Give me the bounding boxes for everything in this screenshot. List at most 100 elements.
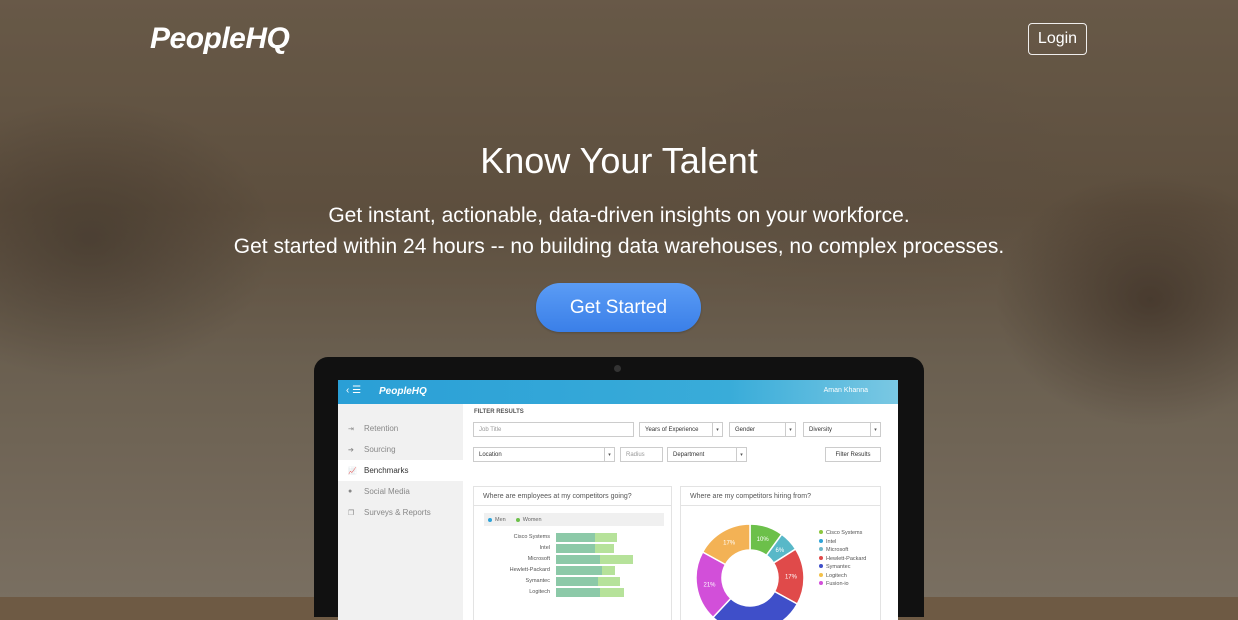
sidebar-item-label: Surveys & Reports: [364, 508, 431, 517]
benchmarks-icon: 📈: [348, 467, 357, 475]
bar-women: [600, 588, 625, 597]
bar-women: [600, 555, 633, 564]
legend-swatch: [819, 530, 823, 534]
legend-women: Women: [522, 516, 542, 523]
competitors-hiring-panel: Where are my competitors hiring from? 10…: [680, 486, 881, 620]
chevron-down-icon: ▾: [870, 423, 880, 436]
sidebar-item-sourcing: ➔ Sourcing: [338, 439, 463, 460]
get-started-button[interactable]: Get Started: [536, 283, 701, 332]
legend-label: Cisco Systems: [826, 530, 863, 536]
bar-men: [556, 544, 595, 553]
chevron-down-icon: ▾: [785, 423, 795, 436]
social-media-icon: ●: [348, 488, 353, 495]
bar-men: [556, 588, 600, 597]
donut-legend-item: Logitech: [819, 572, 866, 581]
location-label: Location: [479, 451, 502, 458]
donut-legend-item: Intel: [819, 538, 866, 547]
legend-swatch: [819, 581, 823, 585]
experience-label: Years of Experience: [645, 426, 699, 433]
legend-label: Logitech: [826, 572, 847, 579]
department-select: Department ▾: [667, 447, 747, 462]
laptop-mockup: ‹ ☰ PeopleHQ Aman Khanna ⇥ Retention ➔ S…: [314, 357, 924, 620]
panel-title: Where are my competitors hiring from?: [681, 487, 880, 506]
user-name: Aman Khanna: [823, 387, 868, 394]
app-logo: PeopleHQ: [379, 386, 427, 397]
donut-slice-label: 17%: [723, 541, 736, 547]
bar-women: [594, 533, 617, 542]
sidebar-item-benchmarks: 📈 Benchmarks: [338, 460, 463, 481]
bar-label: Hewlett-Packard: [509, 567, 550, 573]
legend-men: Men: [495, 516, 506, 523]
bar-women: [602, 566, 616, 575]
hero-subtitle-line-2: Get started within 24 hours -- no buildi…: [233, 235, 1005, 258]
bar-label: Symantec: [525, 578, 550, 584]
donut-legend-item: Fusion-io: [819, 580, 866, 589]
bar-men: [556, 577, 598, 586]
legend-label: Intel: [826, 538, 837, 545]
filter-title: FILTER RESULTS: [474, 409, 524, 415]
app-sidebar: ⇥ Retention ➔ Sourcing 📈 Benchmarks ● So…: [338, 404, 463, 620]
filter-results-button: Filter Results: [825, 447, 881, 462]
donut-legend: Cisco Systems Intel Microsoft Hewlett-Packa…: [819, 529, 866, 589]
bar-women: [594, 544, 615, 553]
donut-legend-item: Microsoft: [819, 546, 866, 555]
login-button[interactable]: Login: [1028, 23, 1087, 55]
donut-legend-item: Symantec: [819, 563, 866, 572]
employees-going-panel: Where are employees at my competitors go…: [473, 486, 672, 620]
bar-label: Cisco Systems: [513, 534, 550, 540]
department-label: Department: [673, 451, 705, 458]
surveys-icon: ❐: [348, 509, 355, 517]
donut-slice-label: 17%: [785, 575, 798, 581]
sourcing-icon: ➔: [348, 446, 354, 454]
diversity-select: Diversity ▾: [803, 422, 881, 437]
legend-swatch: [488, 517, 492, 522]
legend-swatch: [515, 517, 520, 522]
legend-label: Fusion-io: [826, 581, 849, 587]
brand-logo[interactable]: PeopleHQ: [150, 22, 290, 56]
panel-title: Where are employees at my competitors go…: [474, 487, 671, 506]
legend-swatch: [819, 555, 823, 560]
sidebar-item-label: Retention: [364, 424, 399, 433]
chevron-down-icon: ▾: [604, 448, 614, 461]
legend-swatch: [819, 564, 823, 568]
sidebar-item-surveys-reports: ❐ Surveys & Reports: [338, 502, 463, 523]
legend-swatch: [819, 572, 823, 577]
bar-men: [556, 533, 595, 542]
chevron-down-icon: ▾: [736, 448, 746, 461]
donut-legend-item: Cisco Systems: [819, 529, 866, 538]
sidebar-item-label: Sourcing: [364, 445, 396, 454]
app-main: FILTER RESULTS Job Title Years of Experi…: [473, 404, 893, 620]
job-title-input: Job Title: [473, 422, 634, 437]
donut-slice-label: 10%: [757, 537, 770, 543]
experience-select: Years of Experience ▾: [639, 422, 723, 437]
donut-slice-label: 21%: [703, 582, 716, 588]
legend-swatch: [819, 538, 823, 543]
hero-subtitle-line-1: Get instant, actionable, data-driven ins…: [328, 204, 910, 227]
app-screenshot: ‹ ☰ PeopleHQ Aman Khanna ⇥ Retention ➔ S…: [338, 380, 898, 620]
bar-label: Microsoft: [527, 556, 550, 562]
radius-input: Radius: [620, 447, 663, 462]
legend-label: Microsoft: [826, 547, 849, 553]
chevron-down-icon: ▾: [712, 423, 722, 436]
bar-women: [597, 577, 620, 586]
location-select: Location ▾: [473, 447, 615, 462]
bar-label: Logitech: [529, 589, 550, 595]
chart-legend: Men Women: [484, 513, 664, 526]
sidebar-item-label: Benchmarks: [364, 466, 409, 475]
legend-label: Hewlett-Packard: [826, 555, 867, 562]
legend-label: Symantec: [826, 564, 851, 570]
donut-chart: 10% 6% 17% 21% 17%: [695, 523, 805, 620]
diversity-label: Diversity: [809, 426, 833, 433]
sidebar-item-social-media: ● Social Media: [338, 481, 463, 502]
donut-legend-item: Hewlett-Packard: [819, 555, 866, 564]
donut-slice-label: 6%: [776, 548, 785, 554]
camera-dot: [614, 365, 621, 372]
bar-label: Intel: [539, 545, 550, 551]
app-topbar: ‹ ☰ PeopleHQ Aman Khanna: [338, 380, 898, 404]
sidebar-item-retention: ⇥ Retention: [338, 418, 463, 439]
menu-icon: ‹ ☰: [346, 385, 362, 396]
gender-select: Gender ▾: [729, 422, 796, 437]
sidebar-item-label: Social Media: [364, 487, 410, 496]
bar-men: [556, 555, 600, 564]
legend-swatch: [819, 547, 823, 551]
